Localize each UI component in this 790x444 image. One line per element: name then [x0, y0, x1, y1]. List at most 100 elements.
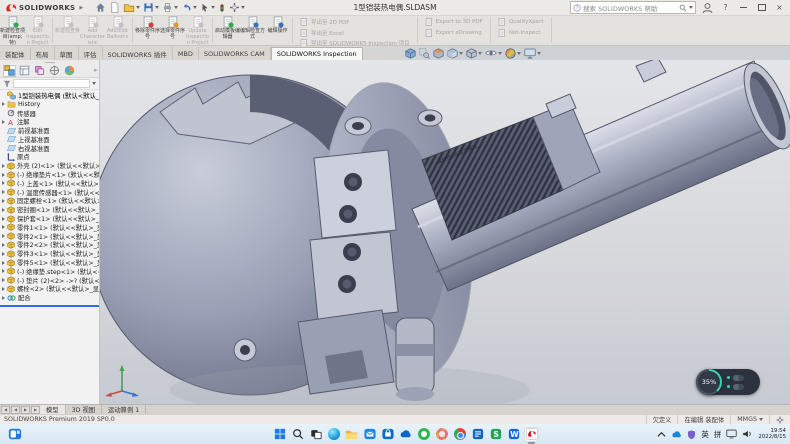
- ribbon-button[interactable]: 编辑检查方式: [240, 15, 265, 45]
- doc-tabs-prev-icon[interactable]: ◀: [1, 406, 10, 414]
- expand-arrow[interactable]: [2, 164, 5, 168]
- propertymanager-tab-icon[interactable]: [18, 65, 31, 77]
- filter-dropdown-caret[interactable]: [92, 82, 96, 85]
- edit-appearance-icon[interactable]: [505, 47, 521, 59]
- tab-草图[interactable]: 草图: [55, 47, 79, 60]
- user-account-icon[interactable]: [701, 2, 714, 14]
- expand-arrow[interactable]: [2, 261, 5, 265]
- view-orientation-icon[interactable]: [447, 47, 463, 59]
- units-selector[interactable]: MMGS: [730, 415, 769, 424]
- file-explorer-icon[interactable]: [344, 427, 359, 442]
- featuremanager-tab-icon[interactable]: [3, 65, 16, 77]
- tab-评估[interactable]: 评估: [79, 47, 103, 60]
- dimxpertmanager-tab-icon[interactable]: [48, 65, 61, 77]
- onedrive-icon[interactable]: [398, 427, 413, 442]
- tree-item[interactable]: 保护套<1> (默认<<默认>_显示状: [0, 214, 99, 223]
- expand-arrow[interactable]: [2, 120, 5, 124]
- expand-arrow[interactable]: [2, 173, 5, 177]
- expand-arrow[interactable]: [2, 181, 5, 185]
- assembly-model[interactable]: 螺纹线1@固定螺栓: [100, 60, 790, 404]
- expand-arrow[interactable]: [2, 296, 5, 300]
- status-options-cell[interactable]: [769, 415, 790, 424]
- new-document-icon[interactable]: [109, 2, 120, 14]
- volume-icon[interactable]: [742, 429, 753, 439]
- tab-solidworks-插件[interactable]: SOLIDWORKS 插件: [103, 47, 173, 60]
- tab-solidworks-cam[interactable]: SOLIDWORKS CAM: [199, 47, 271, 60]
- tray-onedrive-icon[interactable]: [671, 430, 682, 439]
- app-w-icon[interactable]: W: [506, 427, 521, 442]
- tab-装配体[interactable]: 装配体: [0, 47, 31, 60]
- expand-arrow[interactable]: [2, 102, 5, 106]
- browser-orange-icon[interactable]: [434, 427, 449, 442]
- taskbar-search-icon[interactable]: [290, 427, 305, 442]
- expand-arrow[interactable]: [2, 217, 5, 221]
- apply-scene-icon[interactable]: [524, 47, 541, 59]
- expand-arrow[interactable]: [2, 208, 5, 212]
- search-icon[interactable]: [679, 4, 687, 12]
- edge-icon[interactable]: [326, 427, 341, 442]
- zoom-widget[interactable]: 35%: [696, 369, 760, 395]
- browser-green-icon[interactable]: [416, 427, 431, 442]
- tree-item[interactable]: 螺栓<2> (默认<<默认>_显示状态: [0, 285, 99, 294]
- expand-arrow[interactable]: [2, 234, 5, 238]
- tree-item[interactable]: 原点: [0, 153, 99, 162]
- rebuild-icon[interactable]: [218, 2, 226, 14]
- mail-icon[interactable]: [362, 427, 377, 442]
- start-icon[interactable]: [272, 427, 287, 442]
- tree-item[interactable]: 零件2<1> (默认<<默认>_显示状: [0, 232, 99, 241]
- tree-item[interactable]: 零件1<1> (默认<<默认>_显示状: [0, 223, 99, 232]
- rollback-bar[interactable]: [0, 305, 99, 307]
- tree-item[interactable]: 前视基准面: [0, 126, 99, 135]
- save-icon[interactable]: [143, 2, 159, 14]
- ribbon-button[interactable]: 新建检查项目(amp;特): [0, 15, 25, 45]
- task-view-icon[interactable]: [308, 427, 323, 442]
- doc-tabs-prev-icon[interactable]: ◀: [11, 406, 20, 414]
- graphics-area[interactable]: 螺纹线1@固定螺栓 35%: [100, 60, 790, 404]
- tree-item[interactable]: 零件5<1> (默认<<默认>_显示状: [0, 258, 99, 267]
- expand-arrow[interactable]: [2, 199, 5, 203]
- manager-tabs-overflow-icon[interactable]: »: [93, 67, 99, 74]
- help-search-box[interactable]: ? 搜索 SOLIDWORKS 帮助: [570, 1, 696, 14]
- display-style-icon[interactable]: [466, 47, 482, 59]
- store-icon[interactable]: [380, 427, 395, 442]
- tree-item[interactable]: 右视基准面: [0, 144, 99, 153]
- tree-item[interactable]: 外壳 (2)<1> (默认<<默认>_显示状: [0, 161, 99, 170]
- doc-tab-运动算例-1[interactable]: 运动算例 1: [102, 405, 146, 414]
- undo-icon[interactable]: [181, 2, 197, 14]
- select-icon[interactable]: [200, 2, 215, 14]
- doc-tabs-next-icon[interactable]: ▶: [21, 406, 30, 414]
- options-icon[interactable]: [229, 2, 245, 14]
- expand-arrow[interactable]: [2, 243, 5, 247]
- displaymanager-tab-icon[interactable]: [63, 65, 76, 77]
- widgets-icon[interactable]: [8, 427, 22, 441]
- tree-item[interactable]: 密封圈<1> (默认<<默认>_显示状: [0, 205, 99, 214]
- tree-item[interactable]: (-) 温度传感器<1> (默认<<默认>_: [0, 188, 99, 197]
- print-icon[interactable]: [162, 2, 178, 14]
- tree-item[interactable]: 零件2<2> (默认<<默认>_显示状: [0, 241, 99, 250]
- tree-item[interactable]: 配合: [0, 293, 99, 302]
- tray-overflow-chevron-icon[interactable]: [657, 431, 666, 438]
- tab-solidworks-inspection[interactable]: SOLIDWORKS Inspection: [271, 47, 363, 60]
- tab-布局[interactable]: 布局: [31, 47, 55, 60]
- tree-item[interactable]: 固定螺栓<1> (默认<<默认>_显示: [0, 197, 99, 206]
- taskbar-clock[interactable]: 19:54 2022/8/15: [758, 428, 786, 441]
- tree-item[interactable]: 零件3<1> (默认<<默认>_显示状: [0, 249, 99, 258]
- tree-item[interactable]: (-) 垫片 (2)<2> ->? (默认<<默认: [0, 276, 99, 285]
- ime-mode-indicator[interactable]: 拼: [714, 429, 722, 440]
- status-gear-icon[interactable]: [776, 416, 784, 424]
- tree-filter-input[interactable]: [13, 79, 90, 88]
- feature-tree-root[interactable]: 1型铠装热电偶 (默认<默认_显示状态-1: [0, 91, 99, 100]
- zoom-fit-icon[interactable]: [405, 47, 416, 59]
- doc-tab-3d-视图[interactable]: 3D 视图: [66, 405, 102, 414]
- ribbon-button[interactable]: 编辑操作: [265, 15, 290, 45]
- mouse-button-icon[interactable]: [733, 375, 744, 381]
- open-icon[interactable]: [123, 2, 140, 14]
- expand-arrow[interactable]: [2, 225, 5, 229]
- ime-language-indicator[interactable]: 英: [701, 429, 709, 440]
- logo-expand-arrow[interactable]: ▶: [79, 5, 83, 11]
- minimize-button[interactable]: [737, 2, 750, 14]
- tree-item[interactable]: (-) 上盖<1> (默认<<默认>_显示状: [0, 179, 99, 188]
- doc-tab-模型[interactable]: 模型: [40, 405, 66, 414]
- zoom-area-icon[interactable]: [419, 47, 430, 59]
- ribbon-button[interactable]: 启动模板编辑器: [215, 15, 240, 45]
